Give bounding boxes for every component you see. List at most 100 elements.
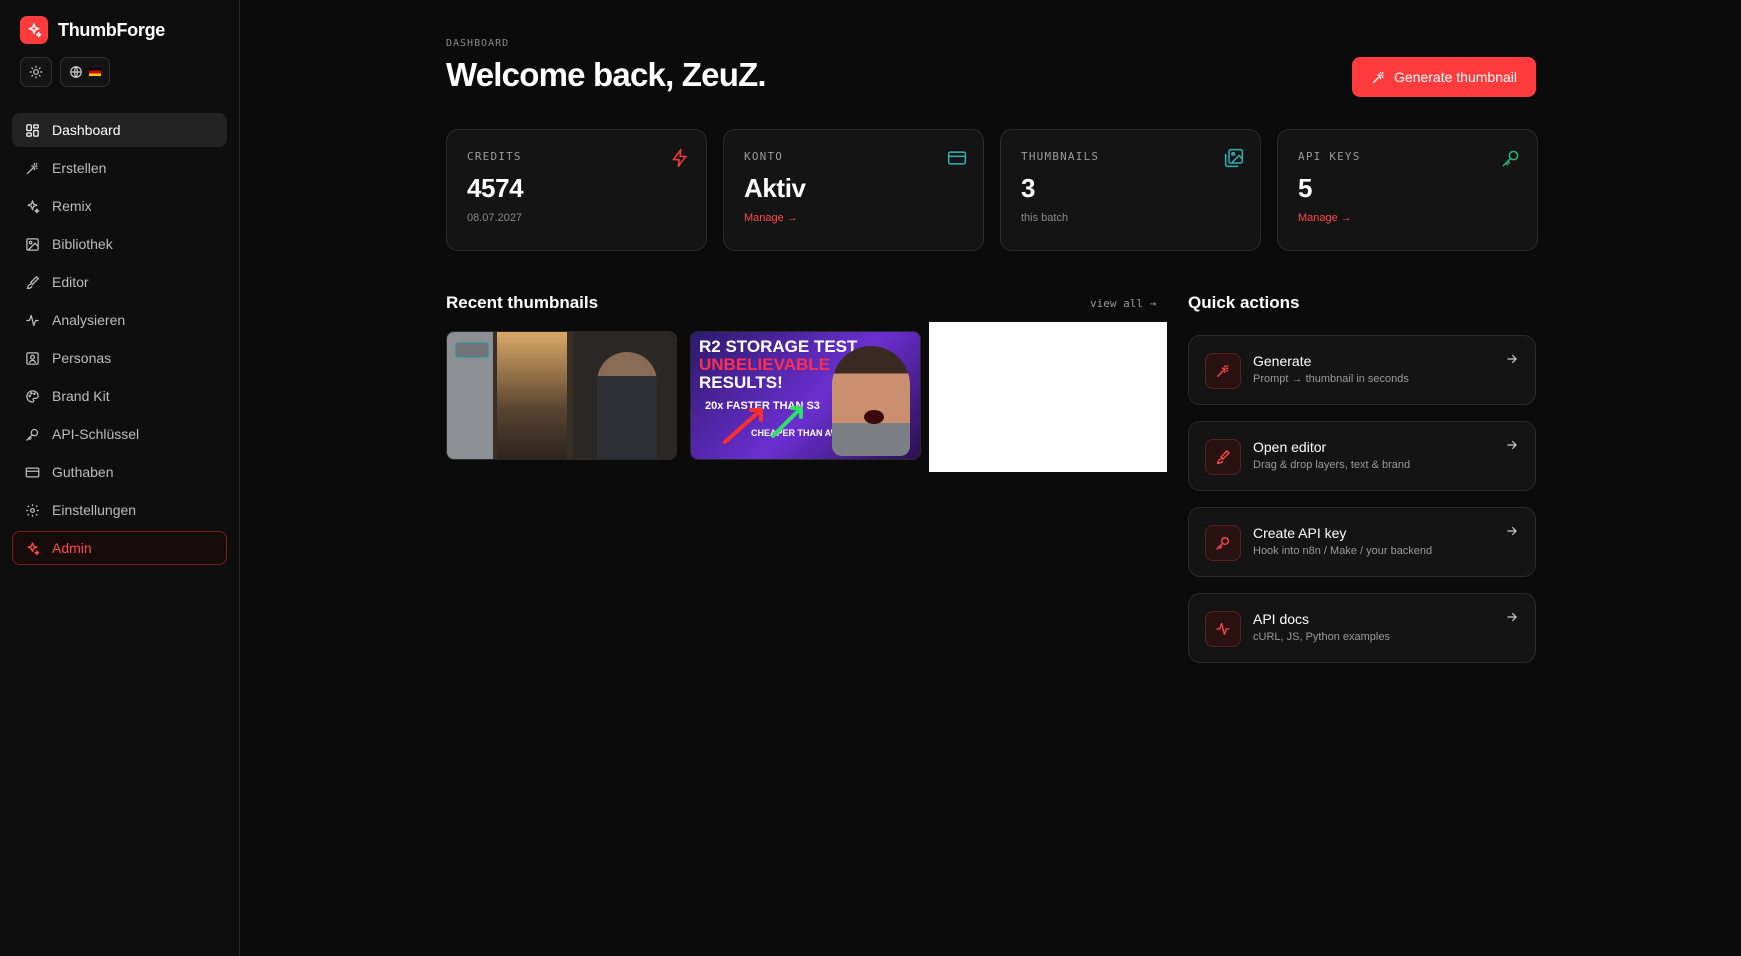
recent-thumbnails-title: Recent thumbnails [446, 293, 599, 312]
quick-action-icon-box [1205, 353, 1241, 389]
sidebar-item-api-schluessel[interactable]: API-Schlüssel [12, 417, 227, 451]
gear-icon [26, 503, 39, 517]
activity-icon [26, 314, 39, 326]
quick-action-title: Generate [1253, 353, 1312, 369]
sidebar-item-editor[interactable]: Editor [12, 265, 227, 299]
stat-card-konto: KONTO Aktiv Manage → [723, 129, 984, 251]
sparkles-icon [27, 541, 40, 555]
page-title: Welcome back, ZeuZ. [446, 56, 767, 93]
sidebar-item-dashboard[interactable]: Dashboard [12, 113, 227, 147]
generate-thumbnail-button[interactable]: Generate thumbnail [1352, 57, 1536, 97]
stat-sub: 08.07.2027 [467, 212, 523, 224]
images-icon [1224, 148, 1244, 168]
quick-action-subtitle: Drag & drop layers, text & brand [1253, 459, 1411, 471]
quick-action-subtitle: Hook into n8n / Make / your backend [1253, 545, 1433, 557]
sidebar-item-erstellen[interactable]: Erstellen [12, 151, 227, 185]
stat-label: API KEYS [1298, 150, 1361, 163]
sidebar-nav: Dashboard Erstellen Remix Bibliothek Edi… [12, 113, 227, 569]
stat-card-api-keys: API KEYS 5 Manage → [1277, 129, 1538, 251]
images-icon [26, 237, 39, 251]
stat-value: 4574 [467, 173, 524, 203]
key-icon [1502, 150, 1519, 167]
stat-value: Aktiv [744, 173, 806, 203]
wand-icon [1372, 71, 1384, 83]
trend-arrow-icon [723, 406, 803, 444]
thumbnail-scene-person [597, 352, 657, 459]
sidebar-item-label: Admin [52, 540, 92, 556]
credit-card-icon [947, 151, 967, 165]
theme-toggle-button[interactable] [20, 57, 52, 87]
arrow-right-icon [1507, 354, 1517, 364]
sidebar-item-label: Erstellen [52, 160, 107, 176]
thumbnail-scene-door [497, 332, 567, 459]
quick-action-title: Open editor [1253, 439, 1327, 455]
user-square-icon [26, 351, 39, 365]
quick-action-generate[interactable]: Generate Prompt → thumbnail in seconds [1188, 335, 1536, 405]
language-switch-button[interactable] [60, 57, 110, 87]
sidebar-item-label: API-Schlüssel [52, 426, 140, 442]
quick-action-icon-box [1205, 439, 1241, 475]
sidebar-item-brand-kit[interactable]: Brand Kit [12, 379, 227, 413]
manage-link[interactable]: Manage → [744, 212, 963, 224]
thumbnail-card[interactable] [929, 322, 1167, 472]
brand-name: ThumbForge [58, 19, 165, 40]
arrow-right-icon [1507, 440, 1517, 450]
thumbnail-tag [455, 342, 490, 358]
sidebar-item-label: Personas [52, 350, 112, 366]
thumbnail-scene-mouth [864, 410, 884, 424]
sidebar-item-label: Dashboard [52, 122, 121, 138]
thumbnail-headline: RESULTS! [699, 373, 783, 392]
wand-icon [26, 162, 38, 174]
view-all-link[interactable]: view all → [1090, 297, 1156, 310]
stat-value: 5 [1298, 173, 1313, 203]
page-eyebrow: DASHBOARD [446, 38, 510, 49]
stat-card-thumbnails: THUMBNAILS 3 this batch [1000, 129, 1261, 251]
dashboard-icon [26, 123, 39, 137]
thumbnail-scene-face [832, 346, 910, 456]
quick-action-title: API docs [1253, 611, 1310, 627]
arrow-right-icon [1507, 526, 1517, 536]
sidebar-item-label: Bibliothek [52, 236, 113, 252]
quick-action-create-api-key[interactable]: Create API key Hook into n8n / Make / yo… [1188, 507, 1536, 577]
stat-label: KONTO [744, 150, 784, 163]
brand[interactable]: ThumbForge [20, 16, 165, 44]
quick-action-title: Create API key [1253, 525, 1347, 541]
globe-icon [70, 66, 82, 78]
sidebar-item-bibliothek[interactable]: Bibliothek [12, 227, 227, 261]
stat-label: CREDITS [467, 150, 522, 163]
utility-row [20, 57, 110, 87]
quick-actions-title: Quick actions [1188, 293, 1300, 312]
sidebar-item-label: Remix [52, 198, 92, 214]
sparkles-icon [27, 199, 40, 213]
thumbnail-card[interactable] [446, 331, 677, 460]
sidebar-item-analysieren[interactable]: Analysieren [12, 303, 227, 337]
quick-action-icon-box [1205, 611, 1241, 647]
sidebar-item-label: Guthaben [52, 464, 114, 480]
sidebar-item-label: Analysieren [52, 312, 126, 328]
sidebar-item-guthaben[interactable]: Guthaben [12, 455, 227, 489]
quick-actions-list: Generate Prompt → thumbnail in seconds O… [1188, 335, 1536, 679]
quick-action-api-docs[interactable]: API docs cURL, JS, Python examples [1188, 593, 1536, 663]
quick-action-subtitle: cURL, JS, Python examples [1253, 631, 1390, 643]
quick-action-open-editor[interactable]: Open editor Drag & drop layers, text & b… [1188, 421, 1536, 491]
thumbnail-card[interactable]: R2 STORAGE TEST UNBELIEVABLE RESULTS! 20… [690, 331, 921, 460]
credit-card-icon [25, 467, 40, 477]
sidebar-item-personas[interactable]: Personas [12, 341, 227, 375]
arrow-right-icon [1507, 612, 1517, 622]
activity-icon [1216, 623, 1230, 635]
stat-value: 3 [1021, 173, 1036, 203]
quick-action-icon-box [1205, 525, 1241, 561]
sidebar-item-admin[interactable]: Admin [12, 531, 227, 565]
stat-card-credits: CREDITS 4574 08.07.2027 [446, 129, 707, 251]
sidebar: ThumbForge Dashboard Erstellen Remix Bib… [0, 0, 240, 956]
sidebar-item-label: Editor [52, 274, 89, 290]
generate-thumbnail-label: Generate thumbnail [1394, 69, 1517, 85]
quick-action-subtitle: Prompt → thumbnail in seconds [1253, 373, 1409, 385]
sidebar-item-label: Brand Kit [52, 388, 110, 404]
brand-logo-icon [20, 16, 48, 44]
sidebar-item-remix[interactable]: Remix [12, 189, 227, 223]
key-icon [1216, 537, 1229, 550]
manage-link[interactable]: Manage → [1298, 212, 1517, 224]
sidebar-item-einstellungen[interactable]: Einstellungen [12, 493, 227, 527]
thumbnail-headline: R2 STORAGE TEST [699, 337, 858, 356]
